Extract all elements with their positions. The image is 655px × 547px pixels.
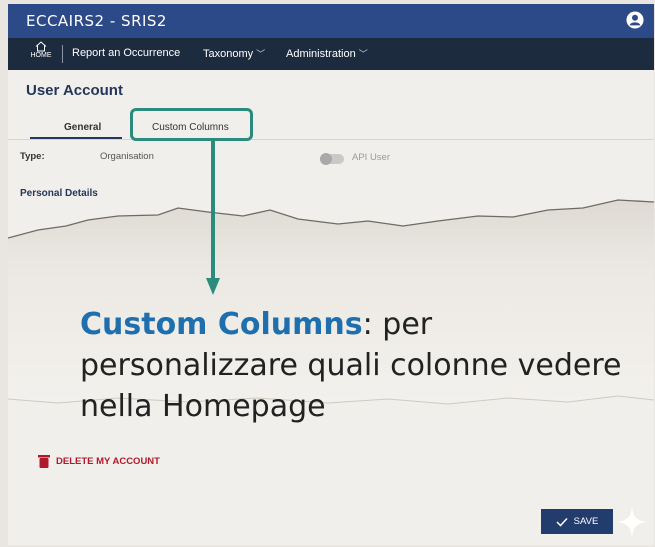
trash-icon (38, 455, 50, 468)
nav-report-occurrence[interactable]: Report an Occurrence (72, 47, 180, 59)
delete-account-button[interactable]: DELETE MY ACCOUNT (56, 456, 160, 467)
type-label: Type: (20, 151, 45, 162)
toggle-knob (320, 153, 332, 165)
nav-administration[interactable]: Administration ﹀ (286, 47, 368, 60)
caption-highlight: Custom Columns (80, 307, 363, 342)
app-title: ECCAIRS2 - SRIS2 (26, 12, 167, 30)
app-window: ECCAIRS2 - SRIS2 HOME Report an Occurren… (8, 4, 654, 545)
custom-columns-highlight (130, 108, 253, 141)
nav-taxonomy-label: Taxonomy (203, 48, 254, 60)
page-title: User Account (26, 82, 123, 99)
chevron-down-icon: ﹀ (256, 49, 266, 59)
nav-administration-label: Administration (286, 48, 356, 60)
user-circle-icon[interactable] (626, 11, 644, 29)
tabs-divider (8, 139, 654, 140)
tab-general[interactable]: General (64, 122, 101, 133)
save-button[interactable]: SAVE (541, 509, 613, 534)
api-user-toggle[interactable] (320, 153, 344, 165)
main-navbar: HOME Report an Occurrence Taxonomy ﹀ Admi… (8, 38, 654, 70)
check-icon (556, 517, 568, 527)
nav-taxonomy[interactable]: Taxonomy ﹀ (203, 47, 265, 60)
annotation-caption: Custom Columns: per personalizzare quali… (80, 304, 640, 427)
save-label: SAVE (573, 516, 599, 527)
nav-divider (62, 45, 63, 63)
type-value: Organisation (100, 151, 154, 162)
api-user-label: API User (352, 152, 391, 163)
home-icon (35, 41, 47, 52)
annotation-arrow (206, 140, 220, 295)
home-button[interactable]: HOME (28, 41, 54, 67)
title-bar: ECCAIRS2 - SRIS2 (8, 4, 654, 38)
sparkle-icon (617, 506, 647, 538)
chevron-down-icon: ﹀ (358, 49, 368, 59)
home-label: HOME (30, 52, 52, 59)
